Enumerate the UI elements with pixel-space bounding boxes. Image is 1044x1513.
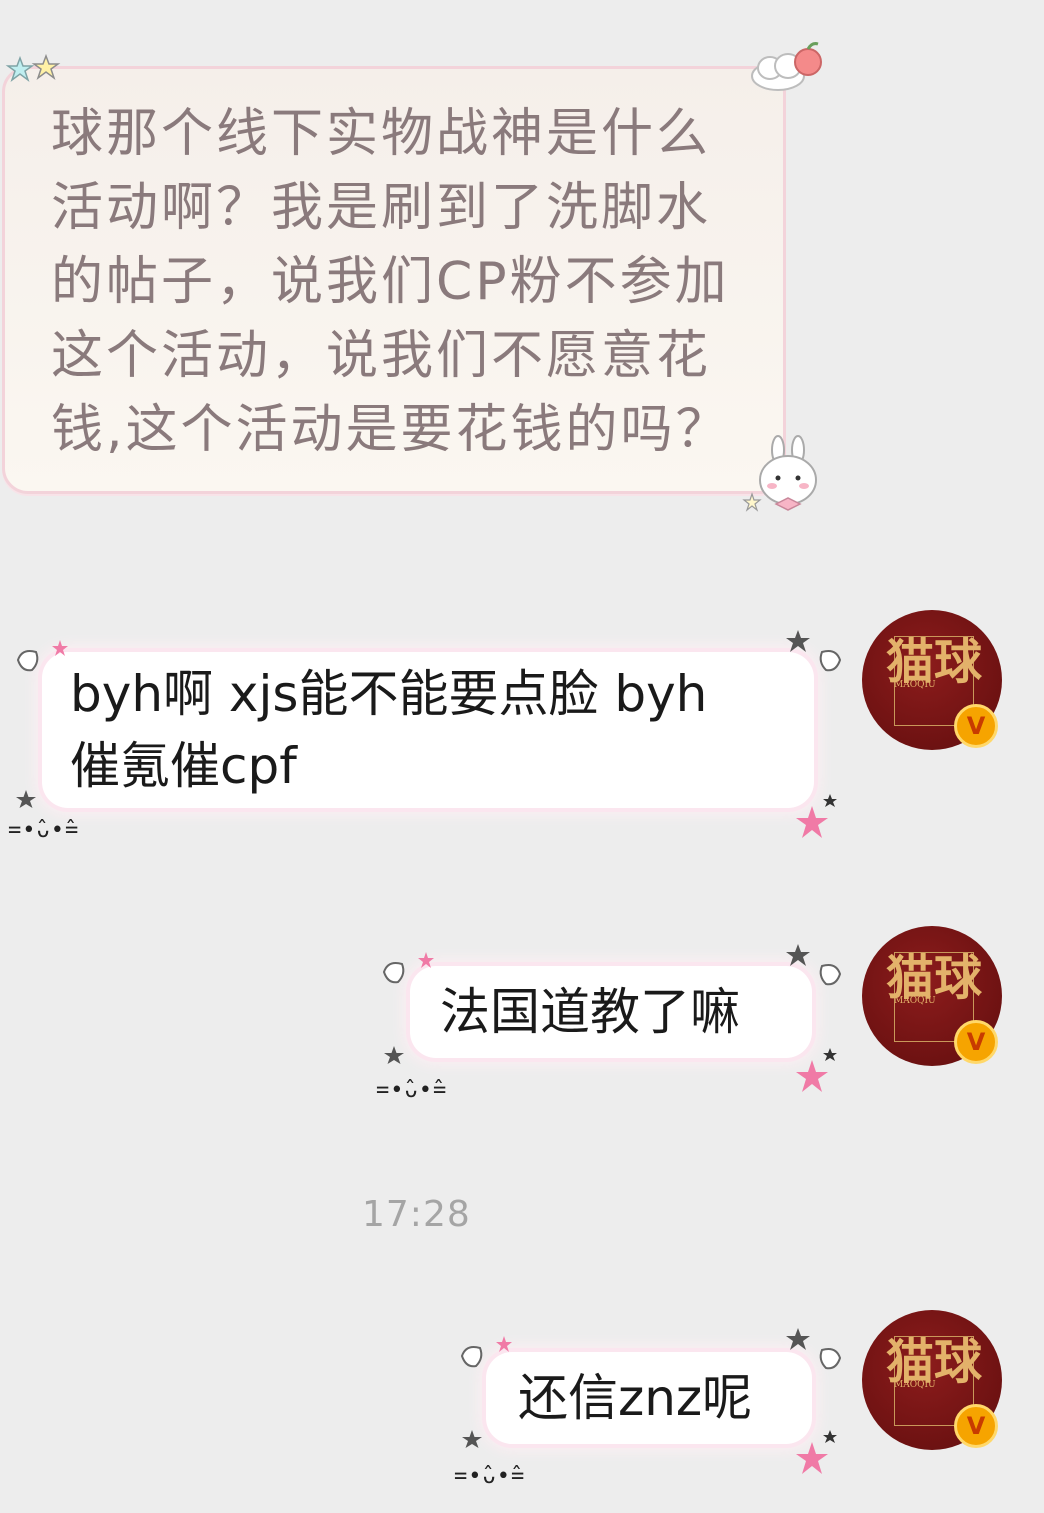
outgoing-message-bubble[interactable]: 法国道教了嘛 bbox=[410, 966, 812, 1058]
avatar[interactable]: 猫球 MAOQIU V bbox=[862, 926, 1002, 1066]
wing-decor-icon bbox=[460, 1336, 512, 1368]
wing-decor-icon bbox=[786, 944, 842, 986]
avatar[interactable]: 猫球 MAOQIU V bbox=[862, 1310, 1002, 1450]
wing-decor-icon bbox=[786, 1328, 842, 1370]
incoming-message-bubble[interactable]: 球那个线下实物战神是什么 活动啊？我是刷到了洗脚水 的帖子，说我们CP粉不参加 … bbox=[2, 66, 786, 494]
incoming-message-text: 球那个线下实物战神是什么 活动啊？我是刷到了洗脚水 的帖子，说我们CP粉不参加 … bbox=[51, 104, 731, 460]
wing-decor-icon bbox=[786, 630, 842, 672]
star-decor-icon bbox=[16, 790, 36, 808]
avatar[interactable]: 猫球 MAOQIU V bbox=[862, 610, 1002, 750]
star-decor-icon bbox=[462, 1430, 482, 1448]
message-timestamp: 17:28 bbox=[362, 1194, 471, 1235]
cat-face-decor: =•̂ᴗ•̂= bbox=[376, 1078, 448, 1103]
cloud-apple-decor-icon bbox=[751, 42, 822, 91]
star-decor-icon bbox=[384, 1046, 404, 1064]
wing-decor-icon bbox=[16, 640, 68, 672]
verified-badge-icon: V bbox=[954, 1404, 998, 1448]
cat-face-decor: =•̂ᴗ•̂= bbox=[8, 818, 80, 843]
outgoing-message-text: 法国道教了嘛 bbox=[440, 983, 740, 1041]
wing-decor-icon bbox=[382, 952, 434, 984]
stars-decor-icon bbox=[796, 794, 837, 838]
stars-decor-icon bbox=[5, 53, 61, 83]
outgoing-message-text: byh啊 xjs能不能要点脸 byh 催氪催cpf bbox=[70, 665, 708, 795]
verified-badge-icon: V bbox=[954, 1020, 998, 1064]
outgoing-message-bubble[interactable]: byh啊 xjs能不能要点脸 byh 催氪催cpf bbox=[42, 652, 814, 808]
bunny-decor-icon bbox=[742, 435, 817, 512]
stars-decor-icon bbox=[796, 1048, 837, 1092]
cat-face-decor: =•̂ᴗ•̂= bbox=[454, 1464, 526, 1489]
stars-decor-icon bbox=[796, 1430, 837, 1474]
outgoing-message-bubble[interactable]: 还信znz呢 bbox=[486, 1352, 812, 1444]
verified-badge-icon: V bbox=[954, 704, 998, 748]
outgoing-message-text: 还信znz呢 bbox=[518, 1369, 753, 1427]
